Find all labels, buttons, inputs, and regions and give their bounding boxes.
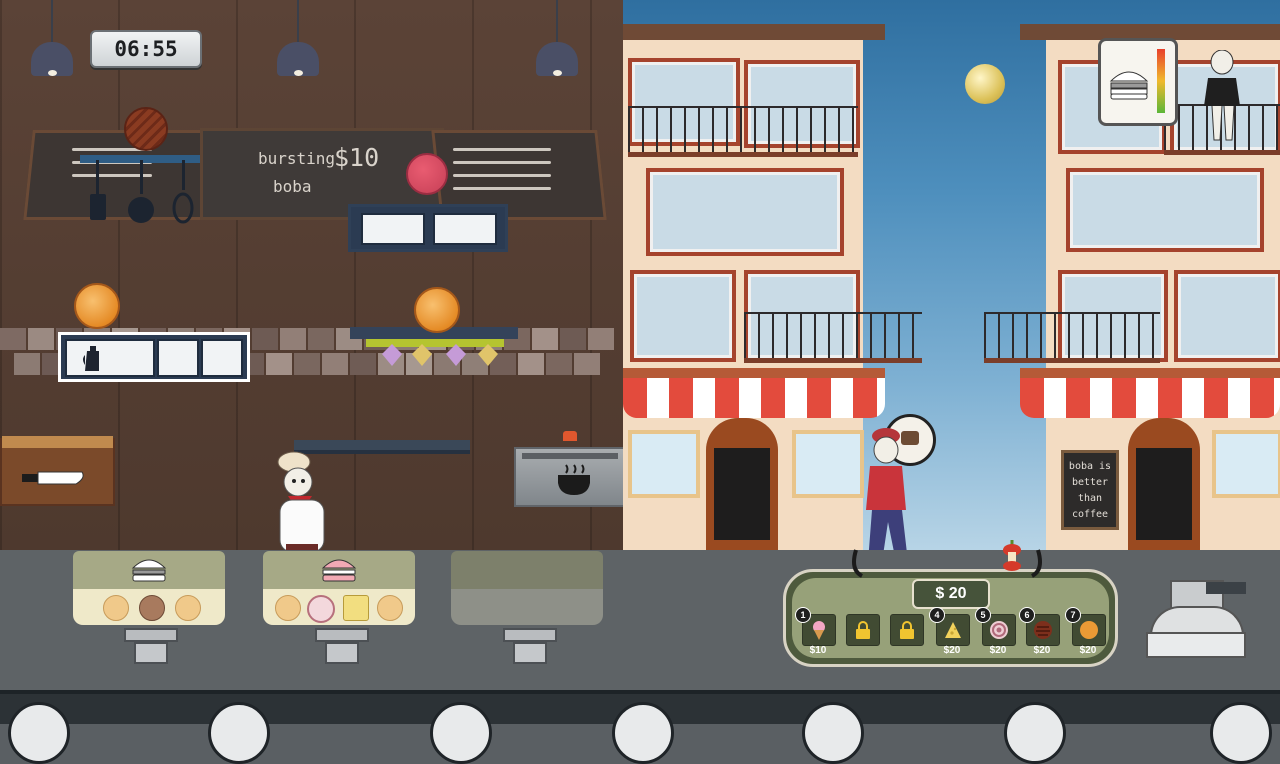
shop-door: [706, 418, 778, 550]
onion-slot[interactable]: [307, 595, 335, 623]
lock-icon: [856, 621, 870, 639]
ceiling-lamp: [31, 0, 73, 76]
kitchen-area: bursting $10 boba: [0, 0, 623, 550]
shop-price: $20: [989, 645, 1007, 656]
cutting-board[interactable]: [0, 436, 115, 506]
bun-icon: [1080, 621, 1098, 639]
ceiling-lamp: [277, 0, 319, 76]
assembly-tray-2[interactable]: [263, 551, 415, 625]
shop-item-ice-cream[interactable]: 1: [795, 607, 836, 646]
patty-ingredient[interactable]: [124, 107, 168, 151]
chef-character: [277, 451, 325, 550]
onion-icon: [990, 621, 1008, 639]
shop-item-cheese[interactable]: 4: [929, 607, 970, 646]
shop-price: $20: [1033, 645, 1051, 656]
tray-dispenser: [124, 628, 178, 668]
shop-item-locked[interactable]: [846, 614, 880, 646]
patty-icon: [1034, 621, 1052, 639]
shop-price: $10: [809, 645, 827, 656]
storage-shelf: [58, 332, 250, 382]
utensils-icon[interactable]: [86, 160, 196, 226]
assembly-tray-3[interactable]: [451, 551, 603, 625]
bun-slot[interactable]: [275, 595, 301, 621]
ceiling-lamp: [536, 0, 578, 76]
ice-cream-icon: [813, 621, 825, 640]
cheese-icon: [945, 622, 961, 638]
game-timer: 06:55: [90, 30, 202, 68]
patty-slot[interactable]: [139, 595, 165, 621]
wall-cabinet: [348, 204, 508, 252]
bun-slot[interactable]: [103, 595, 129, 621]
sun-icon: [965, 64, 1005, 104]
tray-dispenser: [315, 628, 369, 668]
awning-right: [1020, 378, 1280, 418]
tray-dispenser: [503, 628, 557, 668]
shop-item-patty[interactable]: 6: [1019, 607, 1060, 646]
cheese-slot[interactable]: [343, 595, 369, 621]
bun-ingredient[interactable]: [74, 283, 120, 329]
apple-core-icon: [1003, 540, 1021, 571]
street-chalk-sign: boba is better than coffee: [1061, 450, 1119, 530]
customer-on-balcony: [1204, 50, 1240, 141]
bun-slot[interactable]: [175, 595, 201, 621]
shop-price: $20: [1079, 645, 1097, 656]
pink-ingredient[interactable]: [406, 153, 448, 195]
garlic-icons[interactable]: [378, 340, 508, 370]
shop-item-locked[interactable]: [890, 614, 924, 646]
flame-icon: [563, 431, 577, 441]
delivery-machine[interactable]: [1146, 580, 1246, 658]
shop-price: $20: [943, 645, 961, 656]
shop-item-bun[interactable]: 7: [1065, 607, 1106, 646]
burger-icon: [131, 559, 167, 582]
bun-ingredient[interactable]: [414, 287, 460, 333]
order-bubble: [1098, 38, 1178, 126]
pot-icon: [558, 464, 590, 495]
conveyor-belt: [0, 690, 1280, 764]
shop-item-onion[interactable]: 5: [975, 607, 1016, 646]
assembly-tray-1[interactable]: [73, 551, 225, 625]
shop-door: [1128, 418, 1200, 550]
stove[interactable]: [514, 447, 623, 507]
menu-price: $10: [334, 143, 380, 172]
money-display: $ 20: [912, 579, 990, 609]
patience-meter: [1157, 49, 1165, 113]
menu-word-2: boba: [273, 177, 312, 196]
kettle-icon: [83, 346, 99, 371]
awning-left: [623, 378, 885, 418]
bun-slot[interactable]: [377, 595, 403, 621]
menu-word-1: bursting: [258, 149, 336, 168]
lock-icon: [900, 621, 914, 639]
knife-icon: [22, 471, 84, 485]
burger-icon: [1109, 71, 1149, 100]
pink-burger-icon: [321, 559, 357, 582]
